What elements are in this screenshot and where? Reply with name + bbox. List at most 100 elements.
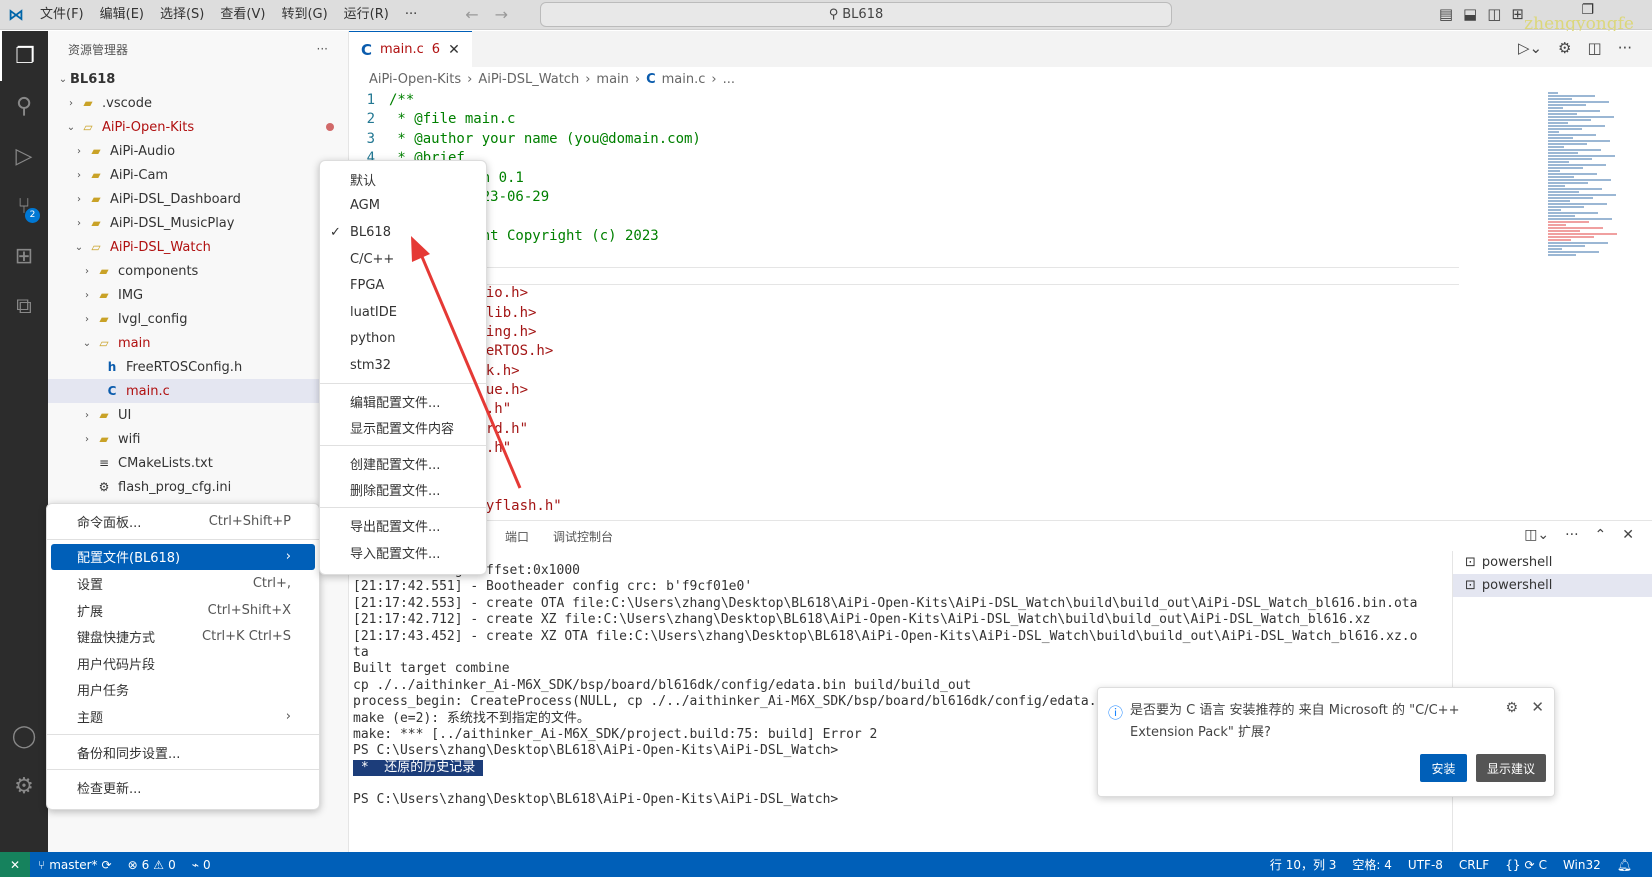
settings-gear-icon[interactable]: ⚙ xyxy=(1558,39,1571,57)
tree-item[interactable]: › ▰ AiPi-Audio xyxy=(48,139,348,163)
tab-ports[interactable]: 端口 xyxy=(505,528,529,545)
close-panel-icon[interactable]: ✕ xyxy=(1622,527,1634,543)
breadcrumb-item[interactable]: AiPi-Open-Kits xyxy=(369,72,461,87)
platform[interactable]: Win32 xyxy=(1555,858,1609,872)
more-icon[interactable]: ··· xyxy=(1565,527,1578,543)
notifications-bell-icon[interactable]: 🔔︎ xyxy=(1609,858,1640,872)
more-icon[interactable]: ··· xyxy=(1618,39,1632,57)
profile-menu-item[interactable]: C/C++ xyxy=(320,246,486,273)
context-menu-item[interactable]: 主题 › xyxy=(47,703,319,730)
ports-indicator[interactable]: ⌁ 0 xyxy=(184,858,219,872)
profile-menu-item[interactable]: 删除配置文件... xyxy=(320,477,486,504)
tree-item[interactable]: › ▰ AiPi-Cam xyxy=(48,163,348,187)
minimap[interactable] xyxy=(1542,91,1652,271)
install-button[interactable]: 安装 xyxy=(1420,754,1467,782)
notification-gear-icon[interactable]: ⚙ xyxy=(1505,700,1518,716)
profile-menu-item[interactable]: stm32 xyxy=(320,352,486,379)
language-mode[interactable]: {} ⟳ C xyxy=(1497,858,1555,872)
context-menu-item[interactable]: 用户代码片段 xyxy=(47,650,319,677)
tree-item[interactable]: ⌄ ▱ AiPi-DSL_Watch xyxy=(48,235,348,259)
tree-item[interactable]: › ▰ IMG xyxy=(48,283,348,307)
more-actions-icon[interactable]: ··· xyxy=(317,42,328,56)
tree-item[interactable]: › ▰ UI xyxy=(48,403,348,427)
context-menu-item[interactable]: 检查更新... xyxy=(47,774,319,801)
tree-item[interactable]: ≡ CMakeLists.txt xyxy=(48,451,348,475)
context-menu-item[interactable]: 备份和同步设置... xyxy=(47,739,319,766)
toggle-panel-icon[interactable]: ⬓ xyxy=(1463,5,1477,23)
split-editor-icon[interactable]: ◫ xyxy=(1588,39,1602,57)
remote-indicator-icon[interactable]: ✕ xyxy=(0,852,30,877)
terminal-item[interactable]: ⊡ powershell xyxy=(1453,574,1652,597)
encoding[interactable]: UTF-8 xyxy=(1400,858,1451,872)
account-icon[interactable]: ◯ xyxy=(0,711,48,761)
terminal-item[interactable]: ⊡ powershell xyxy=(1453,551,1652,574)
profile-menu-item[interactable]: 导入配置文件... xyxy=(320,539,486,566)
profile-menu-item[interactable]: 默认 xyxy=(320,166,486,193)
menu-item[interactable]: ··· xyxy=(397,0,425,30)
remote-explorer-icon[interactable]: ⧉ xyxy=(0,281,48,331)
show-recommendations-button[interactable]: 显示建议 xyxy=(1476,754,1546,782)
line-ending[interactable]: CRLF xyxy=(1451,858,1497,872)
tree-item[interactable]: › ▰ .vscode xyxy=(48,91,348,115)
tree-item[interactable]: › ▰ lvgl_config xyxy=(48,307,348,331)
tree-item[interactable]: h FreeRTOSConfig.h xyxy=(48,355,348,379)
tree-item[interactable]: ⌄ BL618 xyxy=(48,67,348,91)
tree-item[interactable]: › ▰ wifi xyxy=(48,427,348,451)
breadcrumb-item[interactable]: AiPi-DSL_Watch xyxy=(478,72,579,87)
command-center-search[interactable]: ⚲ BL618 xyxy=(540,2,1172,27)
run-debug-icon[interactable]: ▷ xyxy=(0,131,48,181)
tree-item[interactable]: › ▰ AiPi-DSL_MusicPlay xyxy=(48,211,348,235)
tab-debug-console[interactable]: 调试控制台 xyxy=(553,528,613,545)
profile-menu-item[interactable]: AGM xyxy=(320,193,486,220)
menu-item[interactable]: 选择(S) xyxy=(152,0,212,30)
back-arrow-icon[interactable]: ← xyxy=(465,5,478,24)
profile-menu-item[interactable]: python xyxy=(320,326,486,353)
code-view[interactable]: 1/** 2 * @file main.c 3 * @author your nam… xyxy=(349,91,1459,517)
run-icon[interactable]: ▷⌄ xyxy=(1518,39,1542,57)
context-menu-item[interactable]: 用户任务 xyxy=(47,677,319,704)
close-notification-icon[interactable]: ✕ xyxy=(1531,698,1544,716)
profile-menu-item[interactable]: 导出配置文件... xyxy=(320,512,486,539)
breadcrumb-item[interactable]: ... xyxy=(723,72,735,87)
context-menu-item[interactable]: 命令面板... Ctrl+Shift+P xyxy=(47,508,319,535)
customize-layout-icon[interactable]: ⊞ xyxy=(1511,5,1524,23)
search-view-icon[interactable]: ⚲ xyxy=(0,81,48,131)
context-menu-item[interactable]: 配置文件(BL618) › xyxy=(51,543,315,571)
maximize-panel-icon[interactable]: ⌃ xyxy=(1595,527,1607,543)
context-menu-item[interactable]: 设置 Ctrl+, xyxy=(47,570,319,597)
tree-item[interactable]: › ▰ components xyxy=(48,259,348,283)
manage-gear-icon[interactable]: ⚙ xyxy=(0,761,48,811)
profile-menu-item[interactable]: ✓ BL618 xyxy=(320,219,486,246)
breadcrumb-item[interactable]: main xyxy=(596,72,628,87)
profile-menu-item[interactable]: 显示配置文件内容 xyxy=(320,414,486,441)
profile-menu-item[interactable]: 编辑配置文件... xyxy=(320,388,486,415)
tree-item[interactable]: › ▰ AiPi-DSL_Dashboard xyxy=(48,187,348,211)
explorer-icon[interactable]: ❐ xyxy=(0,31,48,81)
split-terminal-icon[interactable]: ◫⌄ xyxy=(1524,527,1549,543)
profile-menu-item[interactable]: FPGA xyxy=(320,272,486,299)
extensions-icon[interactable]: ⊞ xyxy=(0,231,48,281)
toggle-secondary-sidebar-icon[interactable]: ◫ xyxy=(1487,5,1501,23)
profile-menu-item[interactable]: 创建配置文件... xyxy=(320,450,486,477)
indentation[interactable]: 空格: 4 xyxy=(1344,856,1400,873)
profile-menu-item[interactable]: luatIDE xyxy=(320,299,486,326)
menu-item[interactable]: 编辑(E) xyxy=(92,0,152,30)
menu-item[interactable]: 转到(G) xyxy=(273,0,335,30)
forward-arrow-icon[interactable]: → xyxy=(495,5,508,24)
tab-main-c[interactable]: C main.c 6 ✕ xyxy=(349,31,472,67)
breadcrumb-item[interactable]: main.c xyxy=(662,72,706,87)
cursor-position[interactable]: 行 10，列 3 xyxy=(1262,856,1345,873)
context-menu-item[interactable]: 扩展 Ctrl+Shift+X xyxy=(47,597,319,624)
tree-item[interactable]: Cmain.c6 xyxy=(48,379,348,403)
close-tab-icon[interactable]: ✕ xyxy=(448,42,460,58)
problems-indicator[interactable]: ⊗ 6 ⚠ 0 xyxy=(120,858,184,872)
source-control-icon[interactable]: ⑂ 2 xyxy=(0,181,48,231)
branch-indicator[interactable]: ⑂ master* ⟳ xyxy=(30,858,120,872)
menu-item[interactable]: 文件(F) xyxy=(32,0,92,30)
tree-item[interactable]: ⌄ ▱ AiPi-Open-Kits xyxy=(48,115,348,139)
toggle-sidebar-icon[interactable]: ▤ xyxy=(1439,5,1453,23)
menu-item[interactable]: 查看(V) xyxy=(212,0,273,30)
context-menu-item[interactable]: 键盘快捷方式 Ctrl+K Ctrl+S xyxy=(47,623,319,650)
menu-item[interactable]: 运行(R) xyxy=(336,0,397,30)
tree-item[interactable]: ⌄ ▱ main xyxy=(48,331,348,355)
